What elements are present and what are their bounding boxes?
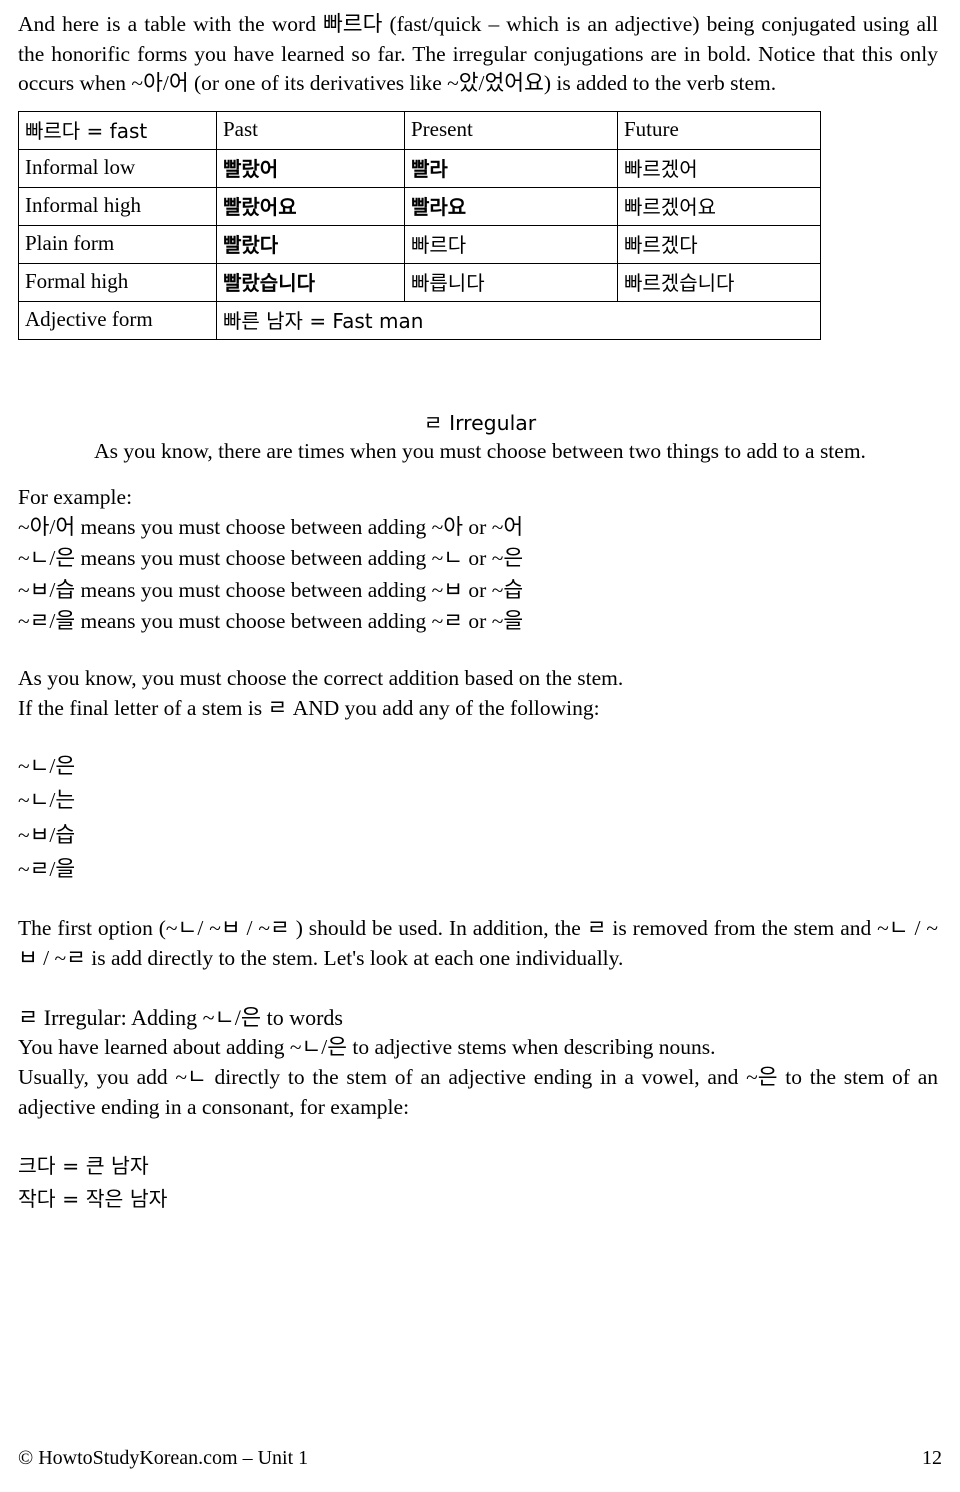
- document-page: And here is a table with the word 빠르다 (f…: [0, 0, 960, 1492]
- table-header-word: 빠르다 = fast: [18, 110, 217, 150]
- row-future: 빠르겠다: [617, 224, 821, 264]
- table-row: Informal low 빨랐어 빨라 빠르겠어: [18, 148, 821, 188]
- addition-item: ~ㄴ/은: [18, 754, 76, 779]
- addition-item: ~ㄹ/을: [18, 857, 76, 882]
- choice-item: ~ㅂ/습 means you must choose between addin…: [18, 577, 524, 602]
- footer-page-number: 12: [922, 1447, 942, 1469]
- rule-explanation: The first option (~ㄴ/ ~ㅂ / ~ㄹ ) should b…: [18, 915, 938, 971]
- choice-item: ~ㄹ/을 means you must choose between addin…: [18, 608, 524, 633]
- addition-item: ~ㅂ/습: [18, 822, 76, 847]
- adding-section-line-1: You have learned about adding ~ㄴ/은 to ad…: [18, 1034, 716, 1059]
- page-footer: © HowtoStudyKorean.com – Unit 1 12: [18, 1447, 942, 1470]
- row-label: Formal high: [18, 262, 217, 302]
- example-item: 작다 = 작은 남자: [18, 1186, 168, 1211]
- row-past: 빨랐어: [216, 148, 405, 188]
- rule-intro-line-2: If the final letter of a stem is ㄹ AND y…: [18, 695, 600, 720]
- intro-paragraph: And here is a table with the word 빠르다 (f…: [18, 12, 938, 96]
- irregular-intro-line: As you know, there are times when you mu…: [94, 438, 866, 463]
- table-header-row: 빠르다 = fast Past Present Future: [18, 110, 821, 150]
- row-adjective-value: 빠른 남자 = Fast man: [216, 300, 821, 340]
- row-future: 빠르겠어요: [617, 186, 821, 226]
- table-row-adjective: Adjective form 빠른 남자 = Fast man: [18, 300, 821, 340]
- rule-intro-line-1: As you know, you must choose the correct…: [18, 665, 624, 690]
- table-header-present: Present: [404, 110, 618, 150]
- row-label: Plain form: [18, 224, 217, 264]
- irregular-heading: ㄹ Irregular: [18, 406, 942, 436]
- row-past: 빨랐어요: [216, 186, 405, 226]
- row-present: 빨라요: [404, 186, 618, 226]
- adding-section-line-2: Usually, you add ~ㄴ directly to the stem…: [18, 1064, 938, 1120]
- conjugation-table: 빠르다 = fast Past Present Future Informal …: [18, 110, 821, 340]
- example-item: 크다 = 큰 남자: [18, 1153, 149, 1178]
- table-row: Plain form 빨랐다 빠르다 빠르겠다: [18, 224, 821, 264]
- table-row: Informal high 빨랐어요 빨라요 빠르겠어요: [18, 186, 821, 226]
- choice-item: ~ㄴ/은 means you must choose between addin…: [18, 546, 524, 571]
- row-present: 빠르다: [404, 224, 618, 264]
- irregular-heading-text: ㄹ Irregular: [423, 410, 537, 435]
- row-past: 빨랐습니다: [216, 262, 405, 302]
- choice-item: ~아/어 means you must choose between addin…: [18, 515, 524, 540]
- row-label: Informal low: [18, 148, 217, 188]
- row-label-adjective: Adjective form: [18, 300, 217, 340]
- adding-section-heading: ㄹ Irregular: Adding ~ㄴ/은 to words: [18, 1004, 343, 1030]
- row-present: 빨라: [404, 148, 618, 188]
- row-past: 빨랐다: [216, 224, 405, 264]
- footer-copyright: © HowtoStudyKorean.com – Unit 1: [18, 1447, 309, 1469]
- row-future: 빠르겠습니다: [617, 262, 821, 302]
- table-header-past: Past: [216, 110, 405, 150]
- row-future: 빠르겠어: [617, 148, 821, 188]
- row-label: Informal high: [18, 186, 217, 226]
- table-header-future: Future: [617, 110, 821, 150]
- row-present: 빠릅니다: [404, 262, 618, 302]
- table-row: Formal high 빨랐습니다 빠릅니다 빠르겠습니다: [18, 262, 821, 302]
- addition-item: ~ㄴ/는: [18, 788, 76, 813]
- for-example-label: For example:: [18, 485, 133, 510]
